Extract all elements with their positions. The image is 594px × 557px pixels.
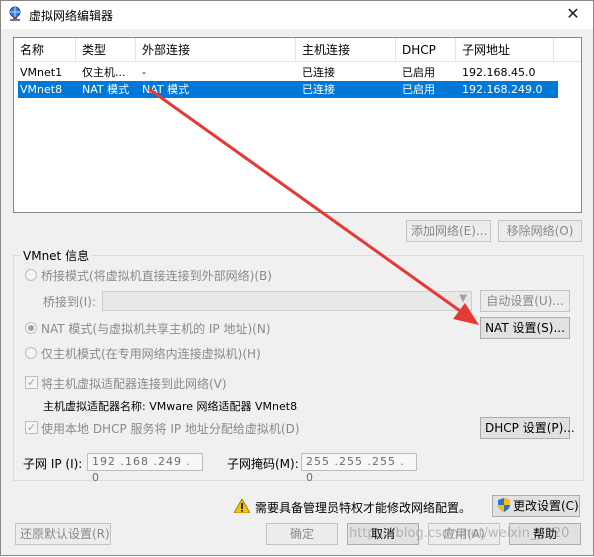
- cell-subnet: 192.168.249.0: [462, 83, 543, 96]
- cell-dhcp: 已启用: [402, 66, 435, 79]
- bridged-mode-radio[interactable]: [25, 269, 37, 281]
- table-row[interactable]: VMnet1 仅主机... - 已连接 已启用 192.168.45.0: [18, 64, 558, 81]
- host-only-mode-label: 仅主机模式(在专用网络内连接虚拟机)(H): [41, 347, 261, 361]
- cell-external: NAT 模式: [142, 83, 190, 96]
- vmnet-info-label: VMnet 信息: [21, 247, 92, 264]
- watermark-text: https://blog.csdn.net/weixin_4220: [349, 526, 570, 541]
- adapter-name-label: 主机虚拟适配器名称: VMware 网络适配器 VMnet8: [43, 400, 298, 413]
- cell-external: -: [142, 66, 146, 79]
- remove-network-button[interactable]: 移除网络(O): [498, 220, 582, 242]
- window-title: 虚拟网络编辑器: [29, 9, 114, 23]
- host-only-mode-radio[interactable]: [25, 347, 37, 359]
- cell-host: 已连接: [302, 66, 335, 79]
- column-header-name[interactable]: 名称: [14, 38, 76, 62]
- add-network-button[interactable]: 添加网络(E)...: [406, 220, 491, 242]
- bridged-to-label: 桥接到(I):: [43, 295, 96, 309]
- table-row-selected[interactable]: VMnet8 NAT 模式 NAT 模式 已连接 已启用 192.168.249…: [18, 81, 558, 98]
- virtual-network-editor-window: 虚拟网络编辑器 ✕ 名称 类型 外部连接 主机连接 DHCP 子网地址 VMne…: [0, 0, 594, 556]
- column-header-dhcp[interactable]: DHCP: [396, 38, 456, 62]
- connect-adapter-checkbox[interactable]: ✓: [25, 376, 38, 389]
- nat-mode-radio[interactable]: [25, 322, 37, 334]
- cell-subnet: 192.168.45.0: [462, 66, 536, 79]
- chevron-down-icon: ▼: [459, 293, 467, 304]
- nat-settings-button[interactable]: NAT 设置(S)...: [480, 317, 570, 339]
- use-dhcp-checkbox[interactable]: ✓: [25, 421, 38, 434]
- nat-mode-label: NAT 模式(与虚拟机共享主机的 IP 地址)(N): [41, 322, 271, 336]
- subnet-ip-label: 子网 IP (I):: [23, 457, 83, 471]
- dhcp-settings-button[interactable]: DHCP 设置(P)...: [480, 417, 575, 439]
- warning-icon: [234, 499, 250, 513]
- shield-icon: [498, 498, 510, 512]
- network-globe-icon: [9, 6, 21, 21]
- bridged-to-select[interactable]: ▼: [102, 291, 472, 311]
- subnet-mask-input[interactable]: 255 .255 .255 . 0: [301, 453, 417, 484]
- close-button[interactable]: ✕: [559, 3, 587, 25]
- close-icon: ✕: [566, 4, 580, 23]
- auto-settings-button[interactable]: 自动设置(U)...: [480, 290, 570, 312]
- connect-adapter-label: 将主机虚拟适配器连接到此网络(V): [41, 377, 227, 391]
- change-settings-label: 更改设置(C): [513, 499, 579, 513]
- network-list[interactable]: 名称 类型 外部连接 主机连接 DHCP 子网地址 VMnet1 仅主机... …: [13, 37, 582, 213]
- subnet-mask-label: 子网掩码(M):: [227, 457, 299, 471]
- restore-defaults-button[interactable]: 还原默认设置(R): [15, 523, 111, 545]
- subnet-ip-input[interactable]: 192 .168 .249 . 0: [87, 453, 203, 484]
- cell-type: NAT 模式: [82, 83, 130, 96]
- change-settings-button[interactable]: 更改设置(C): [492, 495, 580, 517]
- cell-name: VMnet1: [20, 66, 63, 79]
- use-dhcp-label: 使用本地 DHCP 服务将 IP 地址分配给虚拟机(D): [41, 422, 300, 436]
- column-header-subnet[interactable]: 子网地址: [456, 38, 554, 62]
- cell-host: 已连接: [302, 83, 335, 96]
- admin-notice-text: 需要具备管理员特权才能修改网络配置。: [255, 501, 472, 515]
- cell-type: 仅主机...: [82, 66, 126, 79]
- bridged-mode-label: 桥接模式(将虚拟机直接连接到外部网络)(B): [41, 269, 272, 283]
- vmnet-info-group: [13, 255, 584, 481]
- title-bar: 虚拟网络编辑器 ✕: [1, 1, 593, 29]
- column-header-type[interactable]: 类型: [76, 38, 136, 62]
- cell-name: VMnet8: [20, 83, 63, 96]
- column-header-external[interactable]: 外部连接: [136, 38, 296, 62]
- column-header-host[interactable]: 主机连接: [296, 38, 396, 62]
- ok-button[interactable]: 确定: [266, 523, 338, 545]
- network-list-header: 名称 类型 外部连接 主机连接 DHCP 子网地址: [14, 38, 581, 62]
- cell-dhcp: 已启用: [402, 83, 435, 96]
